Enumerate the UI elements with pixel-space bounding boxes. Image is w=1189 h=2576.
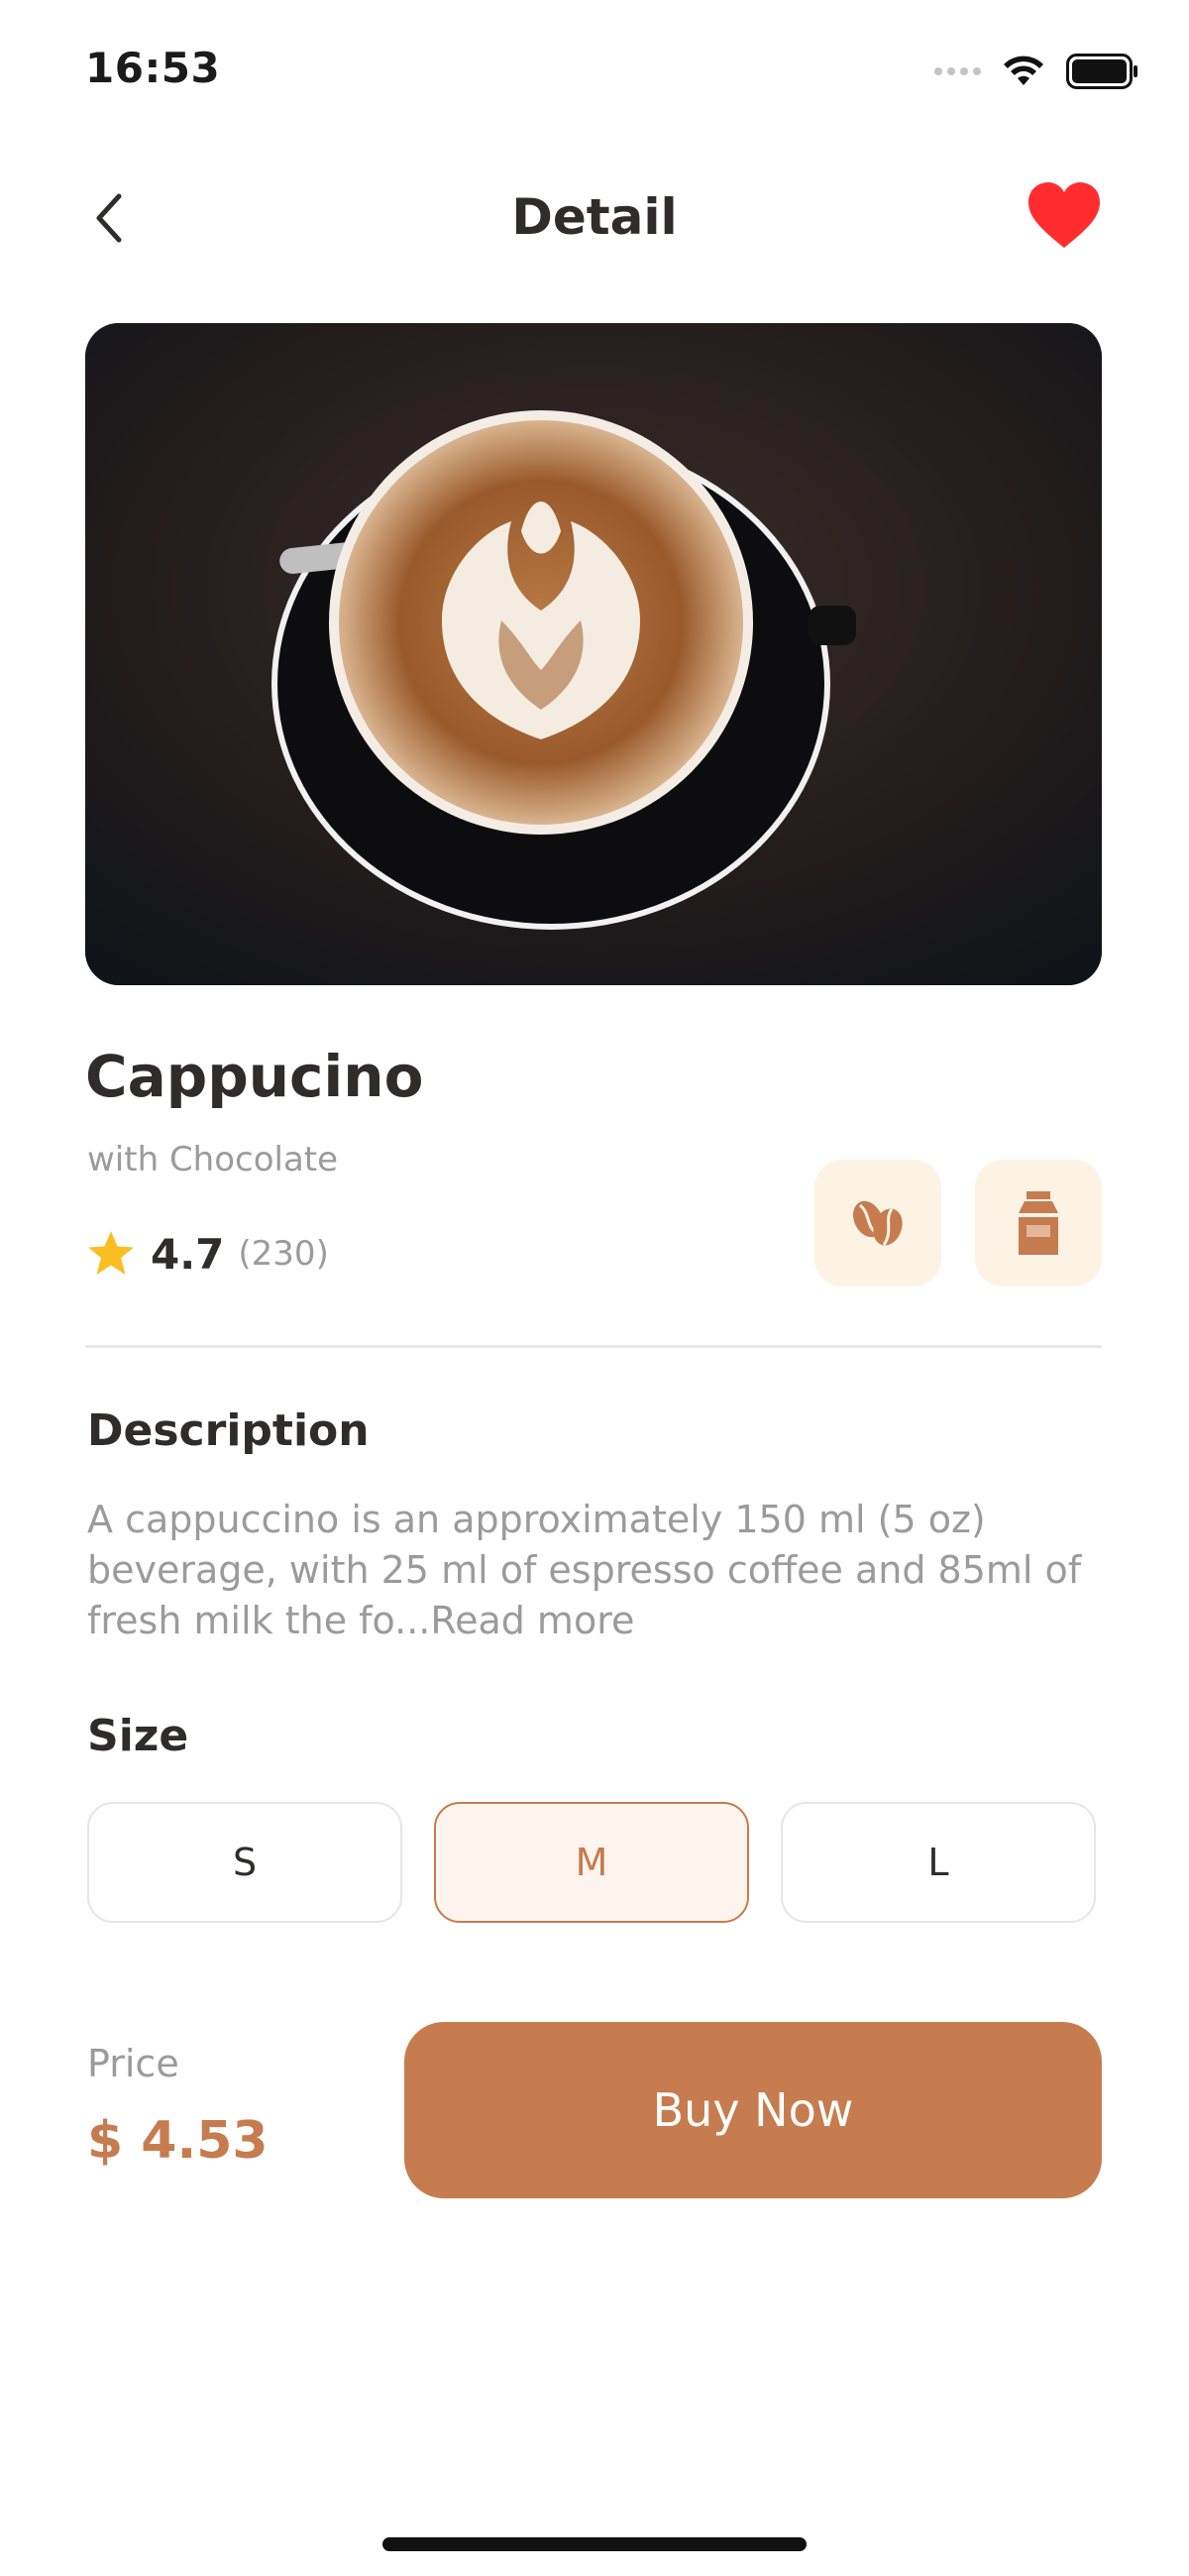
size-option-s[interactable]: S	[87, 1802, 402, 1923]
size-option-l[interactable]: L	[781, 1802, 1096, 1923]
rating-count: (230)	[238, 1234, 329, 1274]
wifi-icon	[1004, 56, 1043, 85]
star-icon	[88, 1231, 134, 1275]
milk-badge	[975, 1160, 1102, 1287]
divider	[85, 1345, 1102, 1348]
buy-now-button[interactable]: Buy Now	[404, 2022, 1102, 2198]
rating: 4.7 (230)	[85, 1229, 329, 1279]
status-time: 16:53	[85, 44, 221, 92]
product-image	[85, 323, 1102, 985]
page-title: Detail	[511, 188, 678, 246]
status-icons	[934, 52, 1139, 91]
favorite-button[interactable]	[1025, 180, 1104, 252]
battery-icon	[1066, 54, 1137, 89]
product-subtitle: with Chocolate	[87, 1140, 339, 1179]
milk-carton-icon	[1019, 1191, 1058, 1255]
coffee-badge	[814, 1160, 941, 1287]
size-option-m[interactable]: M	[434, 1802, 749, 1923]
cellular-signal-icon	[934, 67, 981, 75]
size-title: Size	[87, 1711, 189, 1761]
description-title: Description	[87, 1405, 370, 1456]
price-label: Price	[87, 2042, 179, 2085]
read-more-link[interactable]: Read more	[430, 1599, 634, 1642]
price-value: $ 4.53	[87, 2111, 269, 2171]
rating-value: 4.7	[151, 1229, 225, 1279]
size-options: S M L	[87, 1802, 1096, 1923]
home-indicator	[382, 2537, 807, 2551]
detail-screen: 16:53 Detail Cappucino with Chocolate 4.…	[0, 0, 1189, 2576]
description-text: A cappuccino is an approximately 150 ml …	[87, 1495, 1108, 1646]
product-name: Cappucino	[85, 1043, 424, 1110]
heart-icon	[1028, 182, 1100, 248]
coffee-beans-icon	[852, 1200, 903, 1246]
